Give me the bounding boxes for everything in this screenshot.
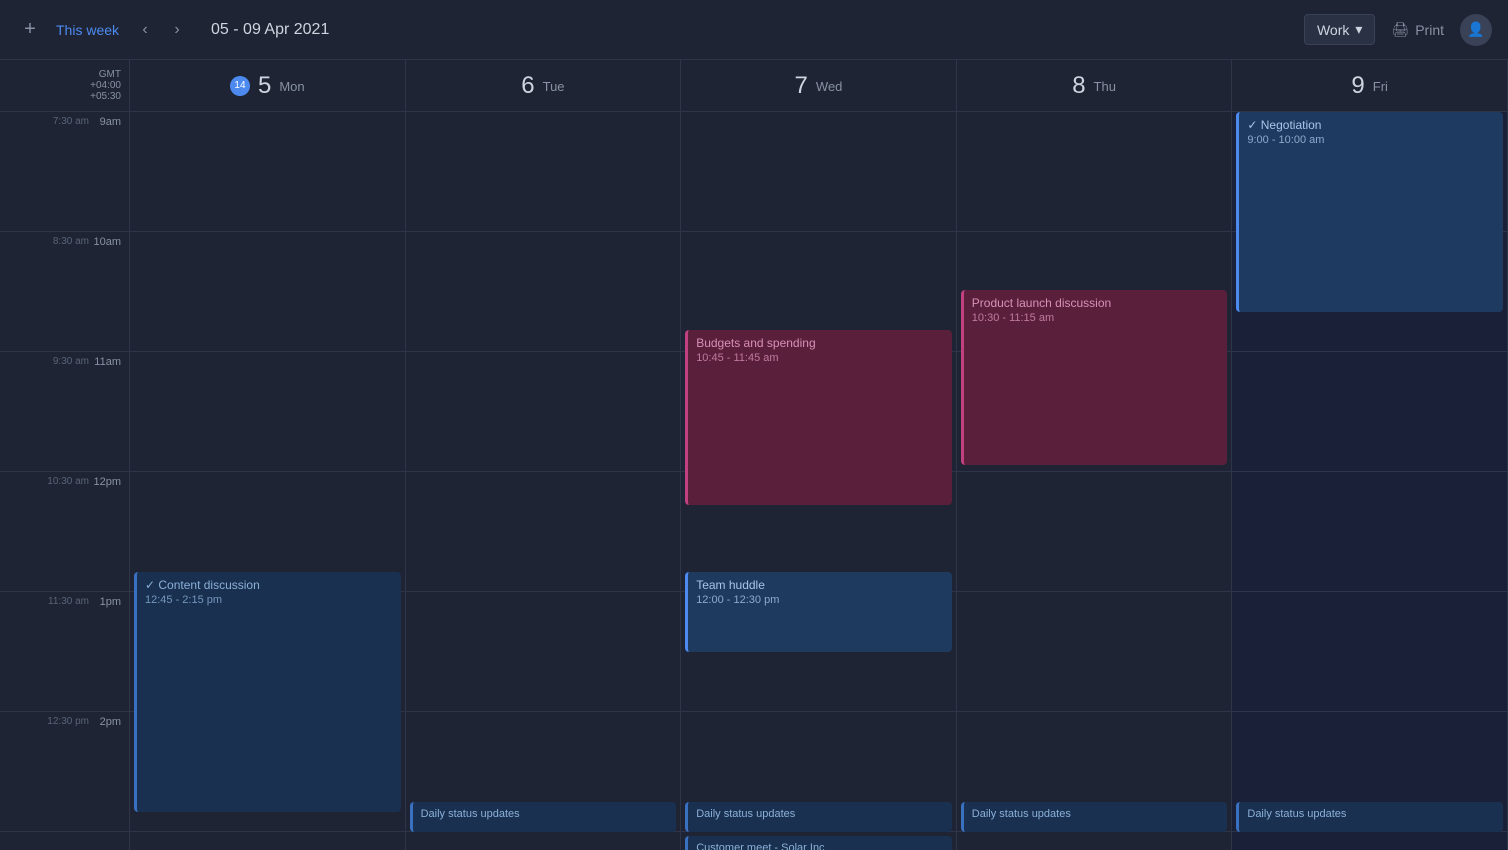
day-header-fri: 14 5 Mon (130, 60, 406, 111)
day-col-wed: Budgets and spending 10:45 - 11:45 am Te… (681, 112, 957, 850)
event-title: Budgets and spending (696, 336, 944, 350)
day-header-fri2: 9 Fri (1232, 60, 1508, 111)
event-time: 10:45 - 11:45 am (696, 352, 944, 364)
print-label: Print (1415, 22, 1444, 38)
add-event-button[interactable]: + (16, 16, 44, 44)
day-col-mon: ✓ Content discussion 12:45 - 2:15 pm (130, 112, 406, 850)
view-label: Work (1317, 22, 1349, 38)
day-col-thu: Product launch discussion 10:30 - 11:15 … (957, 112, 1233, 850)
day-headers: GMT +04:00 +05:30 14 5 Mon 6 Tue 7 Wed 8… (0, 60, 1508, 112)
event-customer-meet[interactable]: Customer meet - Solar Inc (685, 836, 952, 850)
event-daily-status-fri[interactable]: Daily status updates (1236, 802, 1503, 832)
day-header-wed: 7 Wed (681, 60, 957, 111)
day-header-tue: 6 Tue (406, 60, 682, 111)
event-title: Daily status updates (696, 808, 944, 820)
time-primary-1: 9am (100, 116, 121, 128)
time-primary-5: 1pm (100, 596, 121, 608)
event-daily-status-wed[interactable]: Daily status updates (685, 802, 952, 832)
calendar-body: 7:30 am 9am 8:30 am 10am 9:30 am 11am 10… (0, 112, 1508, 850)
this-week-button[interactable]: This week (56, 22, 119, 38)
event-title: ✓ Negotiation (1247, 118, 1495, 132)
event-negotiation[interactable]: ✓ Negotiation 9:00 - 10:00 am (1236, 112, 1503, 312)
time-secondary-6: 12:30 pm (47, 716, 89, 727)
event-daily-status-tue[interactable]: Daily status updates (410, 802, 677, 832)
day-header-thu: 8 Thu (957, 60, 1233, 111)
view-selector[interactable]: Work ▾ (1304, 14, 1375, 45)
day-number-6: 6 (521, 72, 534, 100)
day-name-thu: Thu (1094, 79, 1116, 94)
day-name-wed: Wed (816, 79, 843, 94)
gmt-label: GMT (99, 69, 121, 80)
profile-button[interactable]: 👤 (1460, 14, 1492, 46)
day-name-tue: Tue (543, 79, 565, 94)
time-secondary-3: 9:30 am (53, 356, 89, 367)
event-title: Customer meet - Solar Inc (696, 842, 944, 850)
day-col-tue: Daily status updates (406, 112, 682, 850)
header: + This week ‹ › 05 - 09 Apr 2021 Work ▾ … (0, 0, 1508, 60)
day-number-9: 9 (1351, 72, 1364, 100)
event-team-huddle[interactable]: Team huddle 12:00 - 12:30 pm (685, 572, 952, 652)
date-range: 05 - 09 Apr 2021 (211, 21, 329, 39)
time-slot-10am: 8:30 am 10am (0, 232, 129, 352)
event-time: 9:00 - 10:00 am (1247, 134, 1495, 146)
calendar: GMT +04:00 +05:30 14 5 Mon 6 Tue 7 Wed 8… (0, 60, 1508, 850)
event-title: ✓ Content discussion (145, 578, 393, 592)
event-time: 10:30 - 11:15 am (972, 312, 1220, 324)
event-title: Product launch discussion (972, 296, 1220, 310)
print-icon: 🖨 (1391, 21, 1409, 38)
time-secondary-5: 11:30 am (48, 596, 89, 607)
gmt-offset2: +05:30 (90, 91, 121, 102)
time-primary-6: 2pm (100, 716, 121, 728)
time-primary-4: 12pm (93, 476, 121, 488)
header-right: Work ▾ 🖨 Print 👤 (1304, 14, 1492, 46)
event-time: 12:00 - 12:30 pm (696, 594, 944, 606)
time-secondary-4: 10:30 am (47, 476, 89, 487)
header-left: + This week ‹ › 05 - 09 Apr 2021 (16, 16, 1304, 44)
day-name-fri: Fri (1373, 79, 1388, 94)
time-slot-12pm: 10:30 am 12pm (0, 472, 129, 592)
chevron-down-icon: ▾ (1355, 21, 1362, 38)
time-slot-2pm: 12:30 pm 2pm (0, 712, 129, 832)
event-time: 12:45 - 2:15 pm (145, 594, 393, 606)
day-name-mon: Mon (279, 79, 304, 94)
next-week-button[interactable]: › (163, 16, 191, 44)
prev-week-button[interactable]: ‹ (131, 16, 159, 44)
person-icon: 👤 (1467, 21, 1484, 38)
event-title: Daily status updates (421, 808, 669, 820)
time-slot-9am: 7:30 am 9am (0, 112, 129, 232)
event-title: Team huddle (696, 578, 944, 592)
event-content-discussion[interactable]: ✓ Content discussion 12:45 - 2:15 pm (134, 572, 401, 812)
time-slot-11am: 9:30 am 11am (0, 352, 129, 472)
gmt-offset1: +04:00 (90, 80, 121, 91)
gmt-header: GMT +04:00 +05:30 (0, 60, 130, 111)
event-title: Daily status updates (1247, 808, 1495, 820)
day-number-7: 7 (795, 72, 808, 100)
time-secondary-1: 7:30 am (53, 116, 89, 127)
time-secondary-2: 8:30 am (53, 236, 89, 247)
time-primary-3: 11am (94, 356, 121, 368)
time-slot-1pm: 11:30 am 1pm (0, 592, 129, 712)
day-col-fri: ✓ Negotiation 9:00 - 10:00 am Daily stat… (1232, 112, 1508, 850)
event-title: Daily status updates (972, 808, 1220, 820)
event-daily-status-thu[interactable]: Daily status updates (961, 802, 1228, 832)
day-columns: ✓ Content discussion 12:45 - 2:15 pm Dai… (130, 112, 1508, 850)
event-budgets-spending[interactable]: Budgets and spending 10:45 - 11:45 am (685, 330, 952, 505)
time-gutter: 7:30 am 9am 8:30 am 10am 9:30 am 11am 10… (0, 112, 130, 850)
nav-arrows: ‹ › (131, 16, 191, 44)
time-primary-2: 10am (93, 236, 121, 248)
print-button[interactable]: 🖨 Print (1391, 21, 1444, 38)
day-number-8: 8 (1072, 72, 1085, 100)
event-product-launch[interactable]: Product launch discussion 10:30 - 11:15 … (961, 290, 1228, 465)
day-badge-14: 14 (230, 76, 250, 96)
day-number-5: 5 (258, 72, 271, 100)
